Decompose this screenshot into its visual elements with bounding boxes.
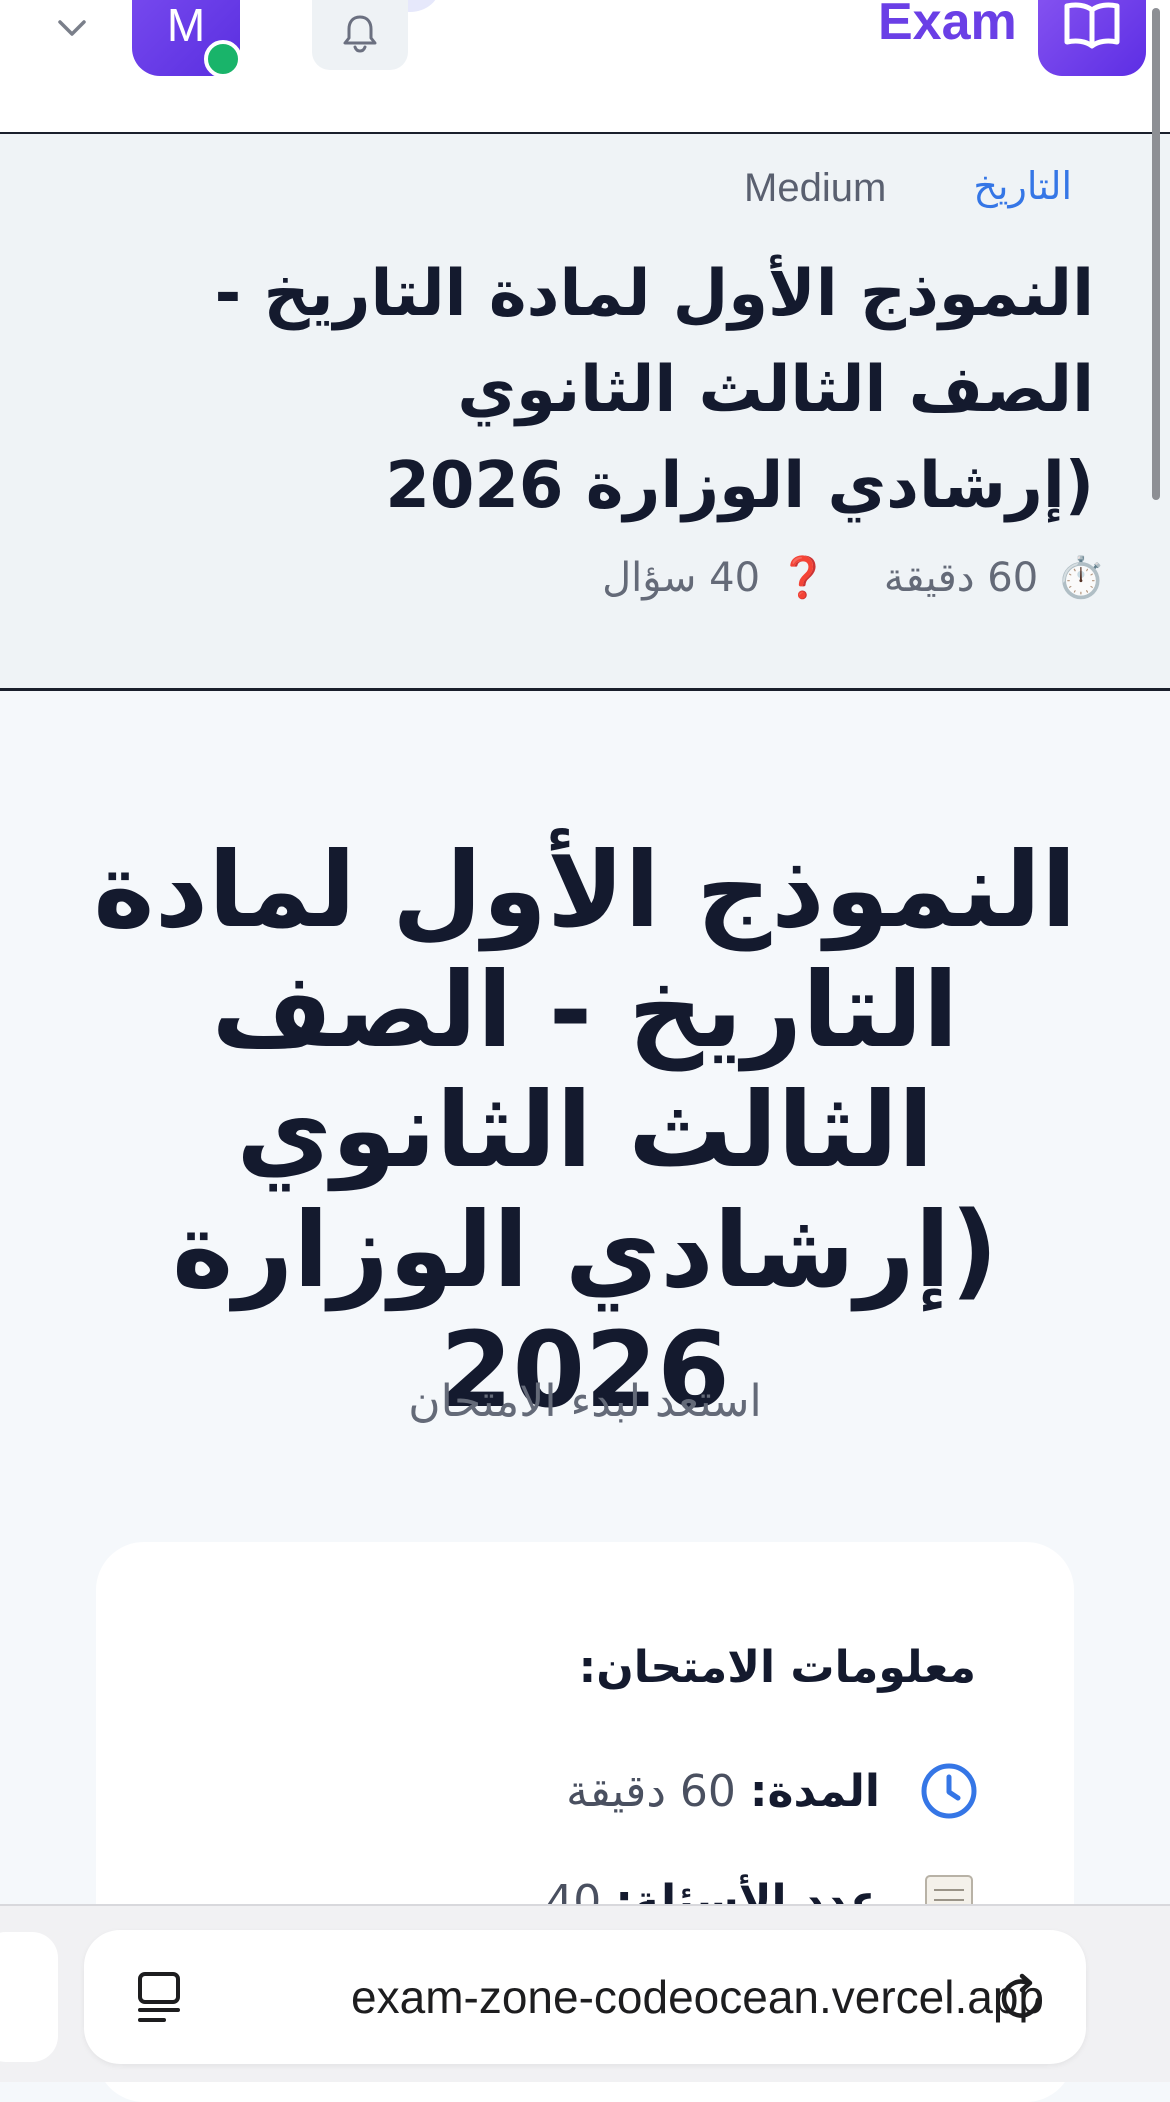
scrollbar-thumb[interactable] [1152, 8, 1160, 500]
exam-header: التاريخ Medium النموذج الأول لمادة التار… [0, 134, 1170, 691]
duration-text: 60 دقيقة [883, 554, 1039, 601]
info-duration-row: المدة: 60 دقيقة [566, 1762, 978, 1820]
exam-meta: ⏱️ 60 دقيقة ❓ 40 سؤال [602, 554, 1106, 602]
info-card-title: معلومات الامتحان: [578, 1642, 976, 1693]
duration-value: 60 دقيقة [566, 1765, 736, 1817]
bell-icon [343, 15, 377, 53]
chevron-down-icon[interactable] [52, 8, 92, 48]
page-subtitle: استعد لبدء الامتحان [408, 1376, 762, 1427]
brand-logo[interactable] [1038, 0, 1146, 76]
reload-icon[interactable] [994, 1970, 1050, 2026]
top-header: M Exam [0, 0, 1170, 134]
duration-meta: ⏱️ 60 دقيقة [883, 554, 1106, 602]
questions-text: 40 سؤال [602, 554, 761, 601]
online-status-dot [204, 40, 242, 78]
previous-tab[interactable] [0, 1932, 58, 2062]
brand-name[interactable]: Exam [878, 0, 1017, 52]
page-menu-icon[interactable] [134, 1970, 186, 2026]
difficulty-badge: Medium [744, 166, 887, 210]
browser-toolbar: exam-zone-codeocean.vercel.app [0, 1904, 1170, 2082]
duration-label: المدة: [749, 1765, 880, 1817]
open-book-icon [1064, 2, 1120, 49]
user-avatar[interactable]: M [132, 0, 242, 78]
clock-icon [921, 1763, 977, 1819]
subject-link[interactable]: التاريخ [973, 164, 1072, 208]
url-text[interactable]: exam-zone-codeocean.vercel.app [244, 1970, 1044, 2024]
notifications-button[interactable] [312, 0, 408, 70]
question-mark-icon: ❓ [778, 555, 828, 601]
questions-meta: ❓ 40 سؤال [602, 554, 828, 602]
exam-title: النموذج الأول لمادة التاريخ - الصف الثال… [214, 257, 1094, 523]
page-title: النموذج الأول لمادة التاريخ - الصف الثال… [93, 829, 1077, 1431]
avatar-initial: M [166, 0, 206, 51]
stopwatch-icon: ⏱️ [1056, 555, 1106, 601]
address-bar[interactable]: exam-zone-codeocean.vercel.app [84, 1930, 1086, 2064]
url-value: exam-zone-codeocean.vercel.app [351, 1971, 1044, 2023]
